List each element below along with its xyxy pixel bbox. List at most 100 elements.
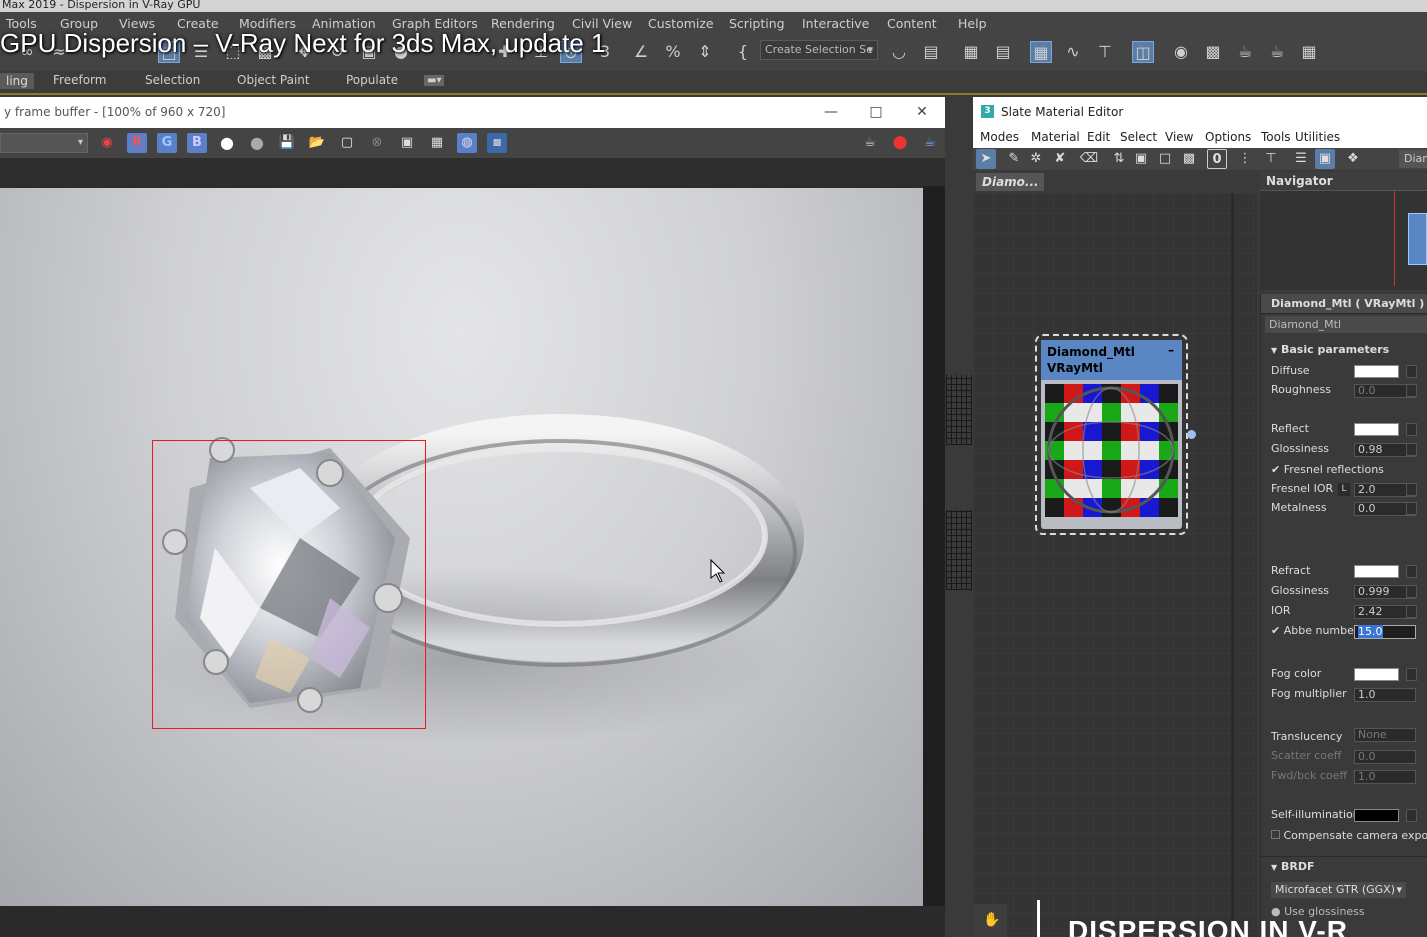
color-channels-icon[interactable]: ◉ bbox=[97, 133, 117, 153]
material-map-browser-icon[interactable]: ☰ bbox=[1291, 149, 1311, 169]
brdf-type-dropdown[interactable]: Microfacet GTR (GGX) ▾ bbox=[1271, 882, 1406, 898]
view-selector-dropdown[interactable]: Diam bbox=[1399, 150, 1427, 168]
schematic-view-icon[interactable]: ◫ bbox=[1132, 41, 1154, 63]
sme-menu-view[interactable]: View bbox=[1165, 130, 1193, 144]
ribbon-options-icon[interactable]: ▬▾ bbox=[424, 75, 445, 86]
compensate-exposure-checkbox[interactable]: Compensate camera exposure bbox=[1271, 829, 1427, 842]
tab-modeling[interactable]: ling bbox=[0, 73, 34, 89]
duplicate-icon[interactable]: ▣ bbox=[397, 133, 417, 153]
render-frame-icon[interactable]: ☕ bbox=[1234, 41, 1256, 63]
angle-snap-icon[interactable]: ∠ bbox=[630, 41, 652, 63]
maximize-button[interactable]: □ bbox=[853, 97, 899, 128]
render-production-icon[interactable]: ☕ bbox=[1266, 41, 1288, 63]
fresnel-ior-map-button[interactable] bbox=[1406, 483, 1417, 496]
diffuse-map-button[interactable] bbox=[1406, 365, 1417, 378]
menu-content[interactable]: Content bbox=[887, 16, 937, 31]
diffuse-color-swatch[interactable] bbox=[1354, 365, 1399, 378]
tab-populate[interactable]: Populate bbox=[346, 73, 398, 87]
ribbon-toggle-icon[interactable]: ▤ bbox=[992, 41, 1014, 63]
ior-map-button[interactable] bbox=[1406, 605, 1417, 618]
material-name-field[interactable]: Diamond_Mtl bbox=[1265, 316, 1427, 333]
render-extra-icon[interactable]: ▦ bbox=[1298, 41, 1320, 63]
sme-menu-utilities[interactable]: Utilities bbox=[1295, 130, 1340, 144]
sme-menu-material[interactable]: Material bbox=[1031, 130, 1080, 144]
basic-params-rollout[interactable]: ▼ Basic parameters bbox=[1261, 340, 1427, 360]
navigator-panel[interactable] bbox=[1260, 190, 1427, 290]
interactive-render-icon[interactable]: ☕ bbox=[920, 133, 940, 153]
fog-multiplier-spinner[interactable]: 1.0 bbox=[1354, 688, 1416, 702]
material-editor-icon[interactable]: ◉ bbox=[1170, 41, 1192, 63]
edit-named-sets-icon[interactable]: { bbox=[732, 41, 754, 63]
render-image[interactable] bbox=[0, 188, 923, 906]
node-collapse-button[interactable]: – bbox=[1168, 342, 1174, 358]
view-splitter[interactable] bbox=[1231, 193, 1234, 937]
metalness-map-button[interactable] bbox=[1406, 502, 1417, 515]
translucency-dropdown[interactable]: None bbox=[1354, 728, 1416, 742]
refl-glossiness-map-button[interactable] bbox=[1406, 443, 1417, 456]
abbe-number-spinner[interactable]: 15.0 bbox=[1354, 625, 1416, 639]
fog-color-swatch[interactable] bbox=[1354, 668, 1399, 681]
sme-menu-options[interactable]: Options bbox=[1205, 130, 1251, 144]
track-mouse-icon[interactable]: ◍ bbox=[457, 133, 477, 153]
reflect-map-button[interactable] bbox=[1406, 423, 1417, 436]
green-channel-button[interactable]: G bbox=[157, 133, 177, 153]
brdf-rollout[interactable]: ▼ BRDF bbox=[1261, 856, 1427, 876]
scene-explorer-icon[interactable]: ▦ bbox=[1030, 41, 1052, 63]
red-channel-button[interactable]: R bbox=[127, 133, 147, 153]
node-output-socket[interactable] bbox=[1187, 430, 1196, 439]
blue-channel-button[interactable]: B bbox=[187, 133, 207, 153]
view-tab-diamond[interactable]: Diamo... bbox=[976, 173, 1044, 191]
refr-glossiness-map-button[interactable] bbox=[1406, 585, 1417, 598]
load-icon[interactable]: 📂 bbox=[307, 133, 327, 153]
select-tool-icon[interactable]: ➤ bbox=[976, 149, 996, 169]
alpha-channel-icon[interactable]: ● bbox=[217, 133, 237, 153]
node-view[interactable]: ✋ bbox=[973, 193, 1257, 937]
material-node-diamond[interactable]: Diamond_Mtl VRayMtl – bbox=[1035, 334, 1196, 535]
tab-freeform[interactable]: Freeform bbox=[53, 73, 106, 87]
scatter-coeff-spinner[interactable]: 0.0 bbox=[1354, 750, 1416, 764]
clear-icon[interactable]: ▢ bbox=[337, 133, 357, 153]
tab-selection[interactable]: Selection bbox=[145, 73, 200, 87]
put-to-scene-icon[interactable]: ✲ bbox=[1026, 149, 1046, 169]
render-teapot-icon[interactable]: ☕ bbox=[860, 133, 880, 153]
menu-help[interactable]: Help bbox=[958, 16, 987, 31]
self-illumination-map-button[interactable] bbox=[1406, 809, 1417, 822]
align-icon[interactable]: ▤ bbox=[920, 41, 942, 63]
region-icon[interactable]: ▦ bbox=[427, 133, 447, 153]
tab-object-paint[interactable]: Object Paint bbox=[237, 73, 310, 87]
mirror-icon[interactable]: ◡ bbox=[888, 41, 910, 63]
sme-menu-edit[interactable]: Edit bbox=[1087, 130, 1110, 144]
selection-set-dropdown[interactable]: Create Selection Se ▾ bbox=[760, 40, 878, 60]
select-by-material-icon[interactable]: ❖ bbox=[1343, 149, 1363, 169]
pick-material-icon[interactable]: ✎ bbox=[1004, 149, 1024, 169]
dope-sheet-icon[interactable]: ⊤ bbox=[1094, 41, 1116, 63]
self-illumination-swatch[interactable] bbox=[1354, 809, 1399, 822]
close-button[interactable]: ✕ bbox=[899, 97, 945, 128]
delete-icon[interactable]: ⌫ bbox=[1079, 149, 1099, 169]
parameter-editor-icon[interactable]: ▣ bbox=[1315, 149, 1335, 169]
curve-editor-icon[interactable]: ∿ bbox=[1062, 41, 1084, 63]
compare-icon[interactable]: ▩ bbox=[487, 133, 507, 153]
render-setup-icon[interactable]: ▩ bbox=[1202, 41, 1224, 63]
background-icon[interactable]: ▩ bbox=[1179, 149, 1199, 169]
refract-map-button[interactable] bbox=[1406, 565, 1417, 578]
layout-children-icon[interactable]: ⋮ bbox=[1235, 149, 1255, 169]
fog-color-map-button[interactable] bbox=[1406, 668, 1417, 681]
fwd-bck-coeff-spinner[interactable]: 1.0 bbox=[1354, 770, 1416, 784]
mono-channel-icon[interactable]: ● bbox=[247, 133, 267, 153]
refract-color-swatch[interactable] bbox=[1354, 565, 1399, 578]
menu-customize[interactable]: Customize bbox=[648, 16, 714, 31]
save-icon[interactable]: 💾 bbox=[277, 133, 297, 153]
abbe-number-checkbox[interactable]: ✔ Abbe number bbox=[1271, 624, 1358, 637]
hide-unused-icon[interactable]: ▣ bbox=[1131, 149, 1151, 169]
fresnel-reflections-checkbox[interactable]: ✔ Fresnel reflections bbox=[1271, 463, 1384, 476]
channel-dropdown[interactable]: ▾ bbox=[0, 133, 88, 153]
reflect-color-swatch[interactable] bbox=[1354, 423, 1399, 436]
show-map-icon[interactable]: □ bbox=[1155, 149, 1175, 169]
layout-all-icon[interactable]: ⊤ bbox=[1261, 149, 1281, 169]
nav-hand-icon[interactable]: ✋ bbox=[973, 904, 1007, 937]
sme-menu-select[interactable]: Select bbox=[1120, 130, 1157, 144]
layer-explorer-icon[interactable]: ▦ bbox=[960, 41, 982, 63]
assign-material-icon[interactable]: ✘ bbox=[1050, 149, 1070, 169]
minimize-button[interactable]: — bbox=[808, 97, 854, 128]
